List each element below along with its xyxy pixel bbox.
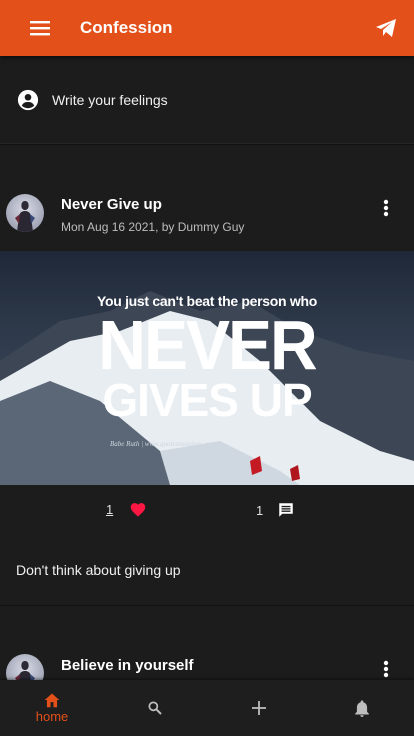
menu-icon [30,21,50,36]
post-actions: 1 1 [0,485,414,543]
nav-add[interactable] [219,680,299,736]
menu-button[interactable] [0,0,80,56]
app-bar: Confession [0,0,414,56]
nav-home[interactable]: home [12,680,92,736]
avatar-figure [15,201,35,232]
notifications-icon [355,699,369,717]
post-title: Believe in yourself [61,657,194,674]
avatar[interactable] [6,654,44,680]
image-text-line3: GIVES UP [102,374,312,426]
add-icon [252,701,266,715]
more-vert-icon [383,660,389,678]
post-body: Don't think about giving up [16,562,181,578]
account-circle-icon [17,89,39,110]
nav-notifications[interactable] [322,680,402,736]
post-title: Never Give up [61,196,162,213]
feed[interactable]: Write your feelings Never Give up Mon Au… [0,56,414,680]
bottom-navigation: home [0,680,414,736]
like-button[interactable]: 1 [106,501,147,517]
search-icon [148,701,162,715]
home-icon [44,693,60,708]
comment-icon [279,503,293,517]
post-image[interactable]: You just can't beat the person who NEVER… [0,251,414,485]
write-feelings-button[interactable]: Write your feelings [0,56,414,144]
post-meta: Mon Aug 16 2021, by Dummy Guy [61,220,245,234]
nav-home-label: home [35,709,69,724]
post-card: Believe in yourself [0,606,414,680]
comment-count: 1 [256,502,264,518]
post-more-button[interactable] [374,657,398,680]
post-header: Never Give up Mon Aug 16 2021, by Dummy … [0,145,414,251]
nav-search[interactable] [115,680,195,736]
like-count[interactable]: 1 [106,502,113,517]
comment-button[interactable]: 1 [256,501,295,519]
image-credit: Babe Ruth | www.quotesnsayings.com [110,440,217,448]
composer-placeholder: Write your feelings [52,91,168,108]
send-icon [376,19,396,37]
avatar-figure [15,661,35,680]
app-title: Confession [80,18,173,37]
post-card: Never Give up Mon Aug 16 2021, by Dummy … [0,145,414,605]
heart-icon [130,503,146,517]
send-button[interactable] [358,0,414,56]
avatar[interactable] [6,194,44,232]
more-vert-icon [383,199,389,217]
post-more-button[interactable] [374,196,398,220]
